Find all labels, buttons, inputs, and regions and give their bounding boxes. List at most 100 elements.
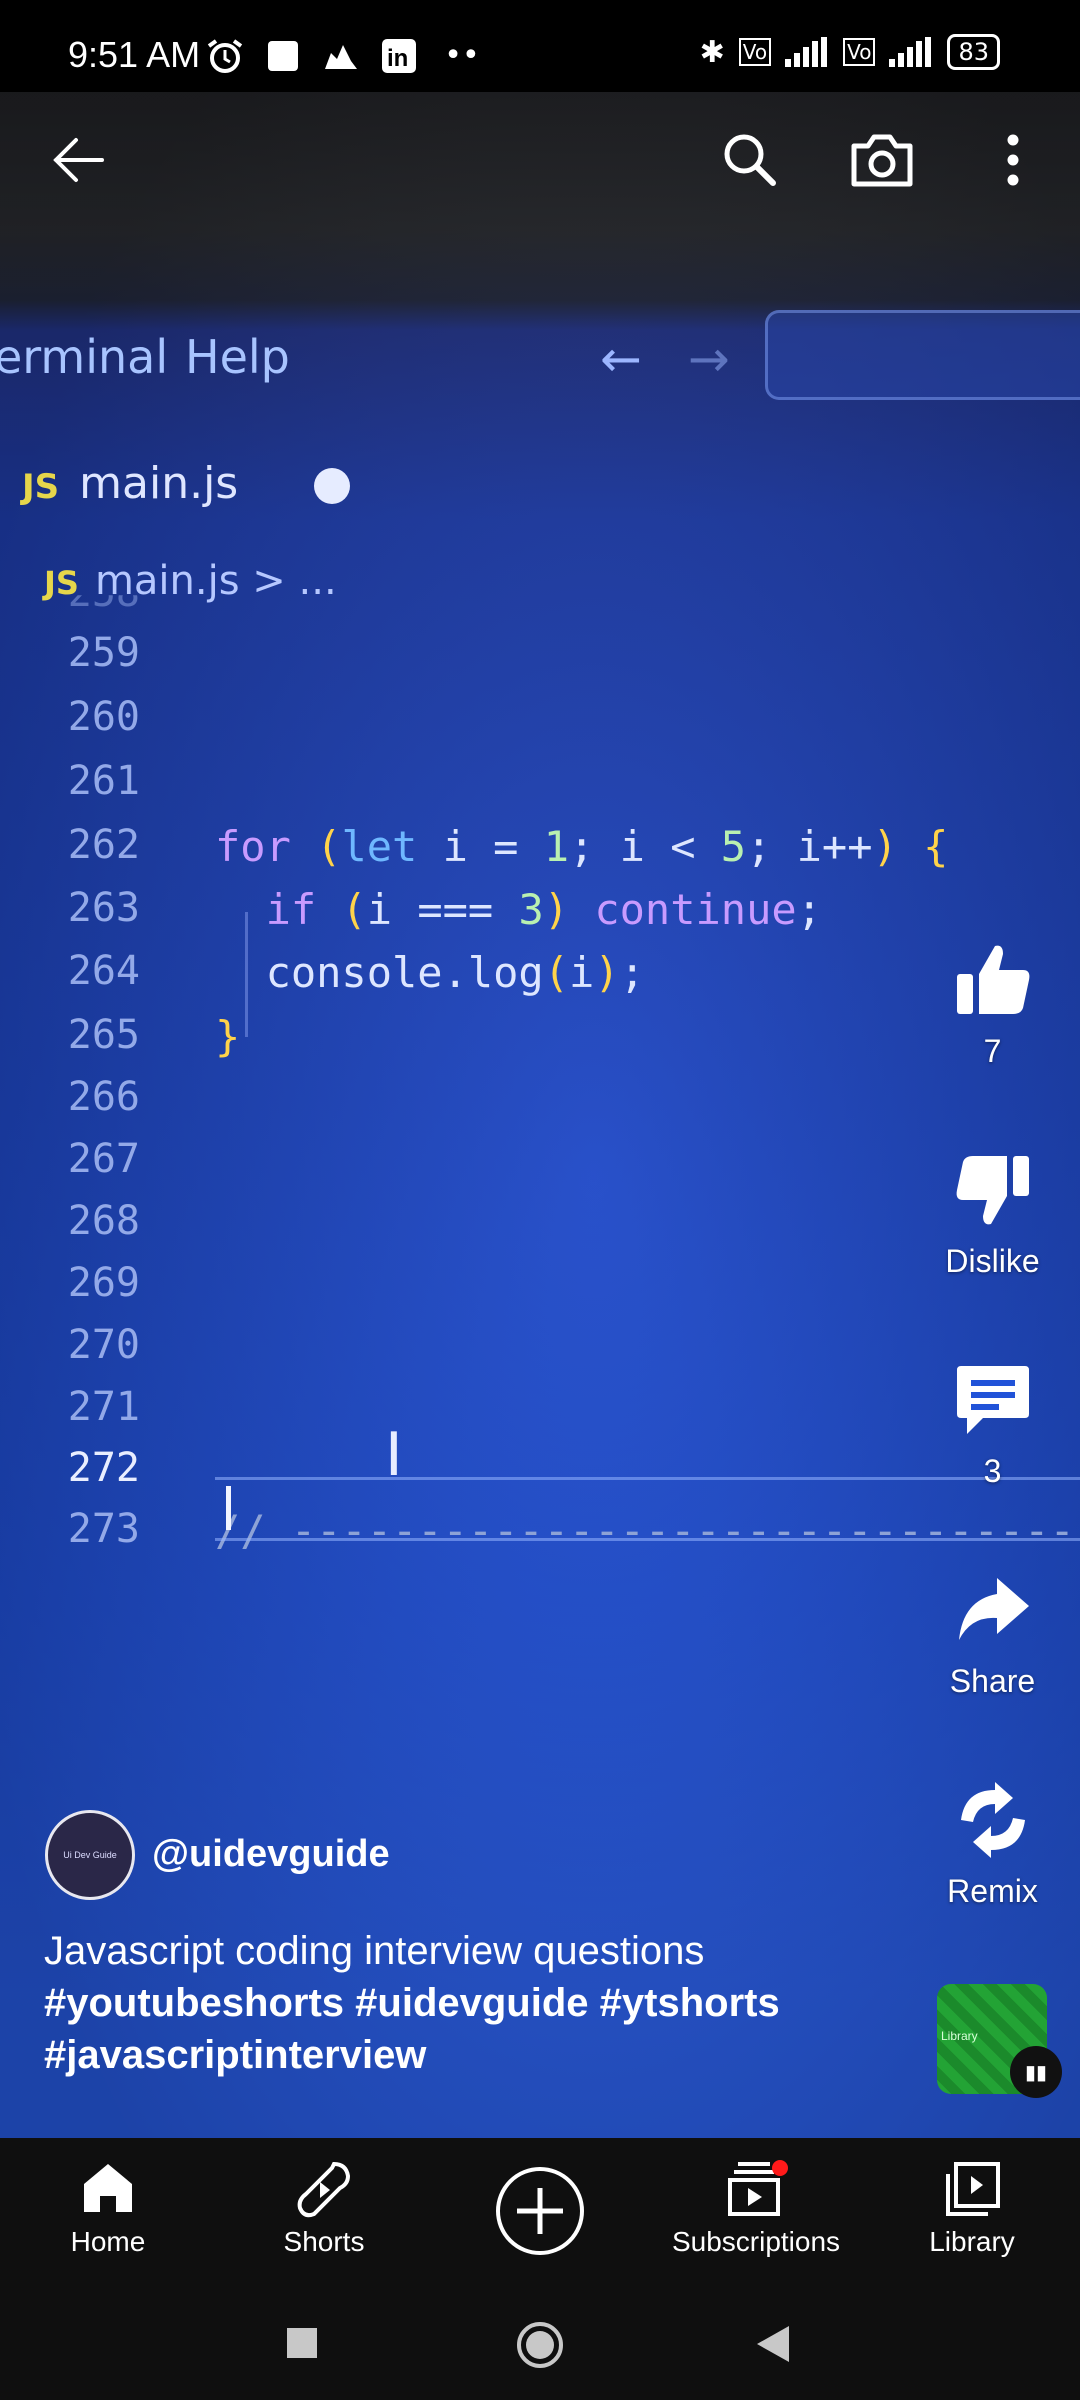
nav-home[interactable]: Home	[0, 2138, 216, 2290]
editor-nav-arrows: ← →	[600, 330, 730, 388]
code-text: }	[215, 1012, 241, 1061]
menu-terminal: erminal	[0, 330, 169, 384]
text-caret	[226, 1486, 231, 1530]
back-system-button[interactable]	[755, 2324, 791, 2364]
music-label: Library	[941, 2029, 978, 2043]
camera-icon	[851, 134, 913, 187]
editor-search-box	[765, 310, 1080, 400]
video-hashtags[interactable]: #youtubeshorts #uidevguide #ytshorts #ja…	[44, 1977, 904, 2081]
line-number: 269	[67, 1260, 140, 1306]
channel-avatar[interactable]: Ui Dev Guide	[45, 1810, 135, 1900]
camera-button[interactable]	[837, 115, 927, 205]
comment-icon	[956, 1366, 1029, 1434]
nav-create[interactable]	[432, 2138, 648, 2290]
recents-button[interactable]	[285, 2326, 319, 2360]
share-label: Share	[949, 1663, 1036, 1699]
square-app-icon	[267, 40, 298, 71]
back-button[interactable]	[33, 115, 123, 205]
line-number: 262	[67, 822, 140, 868]
share-icon	[958, 1578, 1029, 1640]
line-number: 271	[67, 1384, 140, 1430]
back-arrow-icon: ←	[600, 330, 642, 388]
line-number: 270	[67, 1322, 140, 1368]
nav-subscriptions-label: Subscriptions	[671, 2226, 841, 2257]
comments-button[interactable]: 3	[930, 1360, 1055, 1490]
remix-label: Remix	[947, 1873, 1038, 1909]
signal-icon	[785, 37, 828, 67]
add-icon	[496, 2167, 584, 2255]
video-title[interactable]: Javascript coding interview questions	[44, 1925, 904, 1977]
code-line: 269	[0, 1260, 1080, 1320]
code-line: 260	[0, 694, 1080, 754]
volte-icon: Vo	[738, 38, 772, 66]
line-number: 258	[67, 570, 140, 616]
line-number: 263	[67, 885, 140, 931]
more-options-button[interactable]	[968, 115, 1058, 205]
code-line: 263 if (i === 3) continue;	[0, 885, 1080, 945]
back-arrow-icon	[53, 138, 104, 182]
library-icon	[946, 2162, 1000, 2216]
ibeam-cursor-icon: I	[385, 1420, 403, 1490]
code-line: 271	[0, 1384, 1080, 1444]
bluetooth-icon: ✱	[699, 34, 725, 70]
status-time: 9:51 AM	[68, 34, 201, 75]
system-navigation-bar	[0, 2290, 1080, 2400]
line-number: 261	[67, 758, 140, 804]
dislike-label: Dislike	[945, 1243, 1040, 1279]
nav-shorts[interactable]: Shorts	[216, 2138, 432, 2290]
music-thumbnail[interactable]: Library ▮▮	[937, 1984, 1062, 2098]
code-line: 264 console.log(i);	[0, 948, 1080, 1008]
code-line: 261	[0, 758, 1080, 818]
nav-library[interactable]: Library	[864, 2138, 1080, 2290]
forward-arrow-icon: →	[687, 330, 730, 388]
shorts-video[interactable]: erminal Help ← → JS main.js JS main.js > .…	[0, 0, 1080, 2138]
nav-subscriptions[interactable]: Subscriptions	[648, 2138, 864, 2290]
system-indicators: ✱ Vo Vo 83	[700, 34, 1000, 70]
js-badge: JS	[22, 467, 60, 507]
thumbs-up-icon	[956, 945, 1029, 1014]
code-line: 267	[0, 1136, 1080, 1196]
code-line: 270	[0, 1322, 1080, 1382]
code-line: 268	[0, 1198, 1080, 1258]
line-number: 264	[67, 948, 140, 994]
thumbs-down-icon	[956, 1156, 1029, 1225]
volte-icon-2: Vo	[843, 38, 876, 66]
subscriptions-icon	[728, 2160, 788, 2216]
audio-playing-icon: ▮▮	[1010, 2046, 1062, 2098]
comment-count: 3	[983, 1453, 1002, 1489]
line-number: 266	[67, 1074, 140, 1120]
signal-4g-icon	[889, 37, 932, 67]
editor-tab-label: main.js	[79, 458, 239, 509]
code-line: 259	[0, 630, 1080, 690]
notification-icons: in ••	[205, 34, 480, 74]
line-number: 260	[67, 694, 140, 740]
svg-text:in: in	[387, 45, 408, 72]
linkedin-icon: in	[382, 38, 417, 73]
cloud-app-icon	[324, 44, 357, 69]
code-text: if (i === 3) continue;	[265, 885, 822, 934]
shorts-icon	[297, 2161, 351, 2218]
channel-handle[interactable]: @uidevguide	[152, 1833, 390, 1876]
avatar-text: Ui Dev Guide	[63, 1850, 117, 1860]
unsaved-dot-icon	[314, 468, 350, 504]
more-notifications-icon: ••	[444, 38, 480, 73]
battery-indicator: 83	[947, 34, 1000, 70]
line-number: 265	[67, 1012, 140, 1058]
code-line: 265}	[0, 1012, 1080, 1072]
search-button[interactable]	[705, 115, 795, 205]
share-button[interactable]: Share	[930, 1570, 1055, 1700]
code-line: 262 for (let i = 1; i < 5; i++) {	[0, 822, 1080, 882]
alarm-icon	[207, 38, 243, 73]
home-system-button[interactable]	[515, 2320, 565, 2370]
line-number: 273	[67, 1506, 140, 1552]
like-button[interactable]: 7	[930, 940, 1055, 1070]
code-line: 266	[0, 1074, 1080, 1134]
search-icon	[724, 134, 776, 186]
code-line: 258	[0, 570, 1080, 630]
line-number: 267	[67, 1136, 140, 1182]
line-number: 259	[67, 630, 140, 676]
bottom-navigation: Home Shorts Subscriptions Library	[0, 2138, 1080, 2290]
like-count: 7	[983, 1033, 1002, 1069]
remix-button[interactable]: Remix	[930, 1780, 1055, 1910]
dislike-button[interactable]: Dislike	[930, 1150, 1055, 1280]
